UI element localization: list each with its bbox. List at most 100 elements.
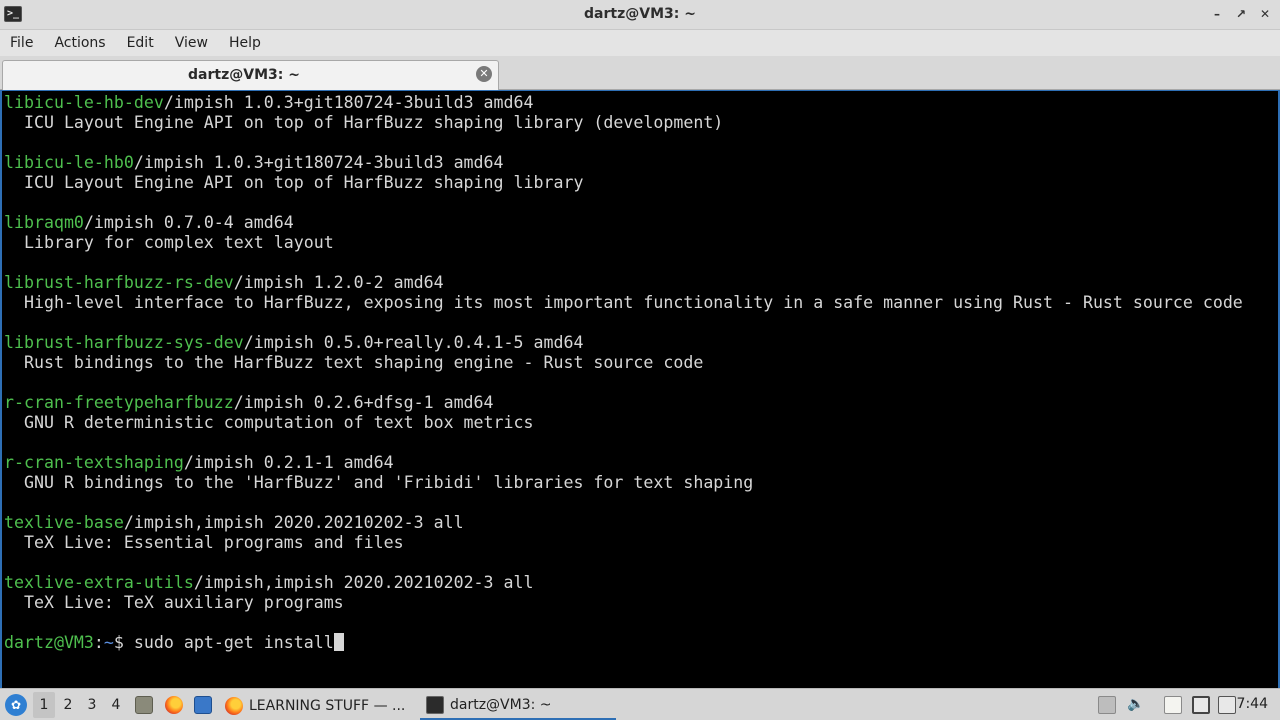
package-name: r-cran-freetypeharfbuzz: [4, 393, 234, 412]
terminal-line: GNU R bindings to the 'HarfBuzz' and 'Fr…: [4, 473, 1243, 493]
file-manager-icon[interactable]: [135, 696, 153, 714]
menubar: File Actions Edit View Help: [0, 30, 1280, 56]
task-firefox[interactable]: LEARNING STUFF — ...: [225, 692, 410, 720]
update-notifier-icon[interactable]: [1218, 696, 1236, 714]
workspace-2[interactable]: 2: [57, 692, 79, 718]
firefox-icon[interactable]: [165, 696, 183, 714]
package-details: /impish 0.2.6+dfsg-1 amd64: [233, 393, 494, 412]
terminal-line: texlive-base/impish,impish 2020.20210202…: [4, 513, 1243, 533]
firefox-icon: [225, 697, 243, 715]
notes-icon[interactable]: [1164, 696, 1182, 714]
package-description: Rust bindings to the HarfBuzz text shapi…: [4, 353, 704, 372]
package-description: High-level interface to HarfBuzz, exposi…: [4, 293, 1243, 312]
workspace-1[interactable]: 1: [33, 692, 55, 718]
terminal-line: r-cran-textshaping/impish 0.2.1-1 amd64: [4, 453, 1243, 473]
package-details: /impish 0.7.0-4 amd64: [83, 213, 294, 232]
package-description: ICU Layout Engine API on top of HarfBuzz…: [4, 113, 724, 132]
package-details: /impish,impish 2020.20210202-3 all: [123, 513, 464, 532]
package-name: librust-harfbuzz-sys-dev: [4, 333, 244, 352]
command-input[interactable]: sudo apt-get install: [134, 633, 334, 652]
terminal-line: libicu-le-hb-dev/impish 1.0.3+git180724-…: [4, 93, 1243, 113]
package-description: TeX Live: TeX auxiliary programs: [4, 593, 344, 612]
menu-actions[interactable]: Actions: [54, 35, 105, 51]
terminal-view[interactable]: libicu-le-hb-dev/impish 1.0.3+git180724-…: [0, 90, 1280, 688]
prompt-symbol: $: [113, 633, 134, 652]
close-icon[interactable]: ✕: [1258, 7, 1272, 21]
menu-edit[interactable]: Edit: [127, 35, 154, 51]
terminal-icon: [426, 696, 444, 714]
package-name: r-cran-textshaping: [4, 453, 184, 472]
terminal-line: Library for complex text layout: [4, 233, 1243, 253]
terminal-line: libraqm0/impish 0.7.0-4 amd64: [4, 213, 1243, 233]
close-circle-icon[interactable]: ✕: [476, 66, 492, 82]
package-name: texlive-base: [4, 513, 124, 532]
terminal-line: High-level interface to HarfBuzz, exposi…: [4, 293, 1243, 313]
text-cursor: [333, 633, 344, 651]
package-details: /impish 1.0.3+git180724-3build3 amd64: [133, 153, 504, 172]
task-label: dartz@VM3: ~: [450, 697, 552, 713]
package-name: libraqm0: [4, 213, 84, 232]
package-details: /impish 1.2.0-2 amd64: [233, 273, 444, 292]
terminal-line: TeX Live: Essential programs and files: [4, 533, 1243, 553]
network-icon[interactable]: [1192, 696, 1210, 714]
workspace-4[interactable]: 4: [105, 692, 127, 718]
terminal-line: ICU Layout Engine API on top of HarfBuzz…: [4, 173, 1243, 193]
clock[interactable]: 7:44: [1237, 696, 1268, 712]
terminal-line: GNU R deterministic computation of text …: [4, 413, 1243, 433]
minimize-icon[interactable]: –: [1210, 7, 1224, 21]
volume-icon[interactable]: 🔈: [1127, 696, 1145, 714]
package-description: ICU Layout Engine API on top of HarfBuzz…: [4, 173, 584, 192]
lxqt-menu-icon[interactable]: ✿: [5, 694, 27, 716]
window-controls: – ↗ ✕: [1210, 7, 1272, 21]
window-title: dartz@VM3: ~: [584, 6, 696, 22]
terminal-line: librust-harfbuzz-rs-dev/impish 1.2.0-2 a…: [4, 273, 1243, 293]
workspace-3[interactable]: 3: [81, 692, 103, 718]
terminal-line: Rust bindings to the HarfBuzz text shapi…: [4, 353, 1243, 373]
tab-terminal[interactable]: dartz@VM3: ~ ✕: [2, 60, 499, 90]
prompt-separator: :: [93, 633, 104, 652]
terminal-line: ICU Layout Engine API on top of HarfBuzz…: [4, 113, 1243, 133]
package-name: libicu-le-hb0: [4, 153, 134, 172]
package-details: /impish,impish 2020.20210202-3 all: [193, 573, 534, 592]
task-label: LEARNING STUFF — ...: [249, 698, 406, 714]
package-details: /impish 0.5.0+really.0.4.1-5 amd64: [243, 333, 584, 352]
package-name: texlive-extra-utils: [4, 573, 194, 592]
package-details: /impish 0.2.1-1 amd64: [183, 453, 394, 472]
package-description: Library for complex text layout: [4, 233, 334, 252]
terminal-line: librust-harfbuzz-sys-dev/impish 0.5.0+re…: [4, 333, 1243, 353]
tab-label: dartz@VM3: ~: [188, 67, 300, 83]
task-terminal[interactable]: dartz@VM3: ~: [420, 692, 616, 720]
package-description: TeX Live: Essential programs and files: [4, 533, 404, 552]
tab-bar: dartz@VM3: ~ ✕: [0, 56, 1280, 90]
terminal-line: r-cran-freetypeharfbuzz/impish 0.2.6+dfs…: [4, 393, 1243, 413]
terminal-line: TeX Live: TeX auxiliary programs: [4, 593, 1243, 613]
prompt-line[interactable]: dartz@VM3:~$ sudo apt-get install: [4, 633, 1243, 653]
menu-help[interactable]: Help: [229, 35, 261, 51]
package-details: /impish 1.0.3+git180724-3build3 amd64: [163, 93, 534, 112]
menu-file[interactable]: File: [10, 35, 33, 51]
terminal-line: texlive-extra-utils/impish,impish 2020.2…: [4, 573, 1243, 593]
maximize-icon[interactable]: ↗: [1234, 7, 1248, 21]
prompt-user-host: dartz@VM3: [4, 633, 94, 652]
prompt-path: ~: [103, 633, 114, 652]
terminal-line: libicu-le-hb0/impish 1.0.3+git180724-3bu…: [4, 153, 1243, 173]
package-description: GNU R deterministic computation of text …: [4, 413, 534, 432]
menu-view[interactable]: View: [175, 35, 208, 51]
package-name: libicu-le-hb-dev: [4, 93, 164, 112]
window-titlebar[interactable]: >_ dartz@VM3: ~ – ↗ ✕: [0, 0, 1280, 30]
clipboard-icon[interactable]: [1098, 696, 1116, 714]
show-desktop-icon[interactable]: [194, 696, 212, 714]
terminal-output: libicu-le-hb-dev/impish 1.0.3+git180724-…: [4, 93, 1243, 653]
package-name: librust-harfbuzz-rs-dev: [4, 273, 234, 292]
taskbar: ✿ 1 2 3 4 LEARNING STUFF — ... dartz@VM3…: [0, 688, 1280, 720]
package-description: GNU R bindings to the 'HarfBuzz' and 'Fr…: [4, 473, 754, 492]
